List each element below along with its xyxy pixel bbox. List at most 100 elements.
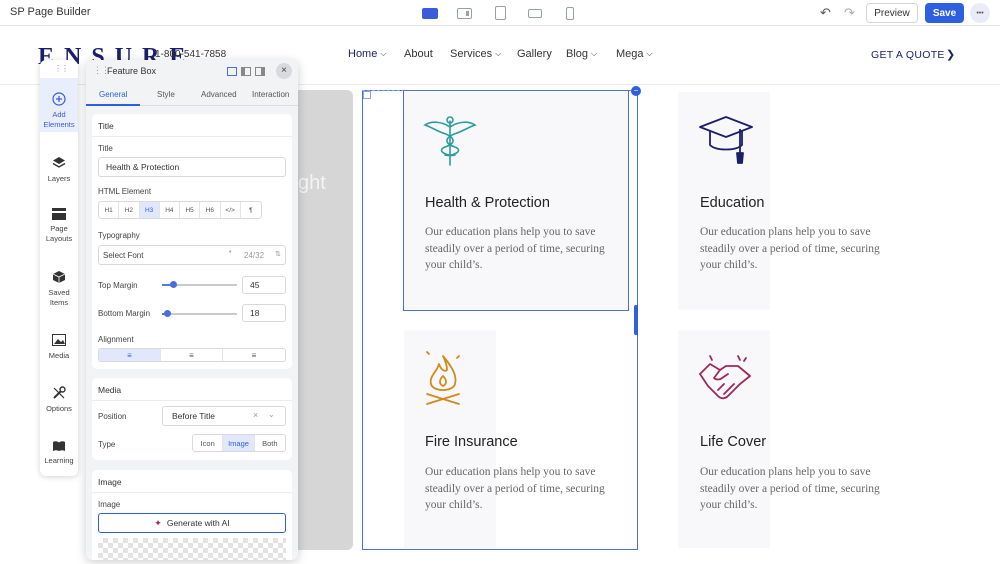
remove-icon[interactable]: − bbox=[631, 86, 641, 96]
type-option-image[interactable]: Image bbox=[223, 435, 255, 451]
type-option-icon[interactable]: Icon bbox=[193, 435, 224, 451]
get-a-quote-link[interactable]: GET A QUOTE bbox=[871, 49, 945, 61]
section-header: Media bbox=[98, 385, 122, 395]
column-handle-icon[interactable] bbox=[363, 91, 371, 99]
dock-left-icon[interactable] bbox=[241, 67, 251, 76]
section-header: Image bbox=[98, 477, 122, 487]
graduation-cap-icon bbox=[699, 116, 753, 164]
nav-about[interactable]: About bbox=[404, 48, 433, 60]
site-phone: 1-800-541-7858 bbox=[155, 49, 227, 60]
media-type-selector: Icon Image Both bbox=[192, 434, 286, 452]
tab-interaction[interactable]: Interaction bbox=[252, 90, 289, 99]
tab-style[interactable]: Style bbox=[157, 90, 175, 99]
resize-handle[interactable] bbox=[634, 305, 638, 335]
html-option-h4[interactable]: H4 bbox=[160, 202, 180, 218]
card-title: Health & Protection bbox=[425, 195, 550, 211]
panel-title: Feature Box bbox=[107, 66, 157, 76]
font-size-value: 24/32 bbox=[244, 251, 265, 260]
desktop-view-icon[interactable] bbox=[421, 5, 439, 21]
divider bbox=[92, 492, 292, 493]
clear-icon[interactable]: × bbox=[253, 410, 258, 420]
image-section: Image Image ✦ Generate with AI bbox=[92, 470, 292, 560]
html-option-h2[interactable]: H2 bbox=[119, 202, 140, 218]
html-option-h1[interactable]: H1 bbox=[99, 202, 120, 218]
html-element-selector: H1 H2 H3 H4 H5 H6 </> ¶ bbox=[98, 201, 262, 219]
app-title: SP Page Builder bbox=[10, 6, 91, 18]
html-option-h6[interactable]: H6 bbox=[200, 202, 221, 218]
chevron-down-icon: ⌵ bbox=[591, 49, 598, 58]
top-margin-label: Top Margin bbox=[98, 281, 138, 290]
card-title: Fire Insurance bbox=[425, 434, 518, 450]
html-option-paragraph[interactable]: ¶ bbox=[241, 202, 261, 218]
tab-advanced[interactable]: Advanced bbox=[201, 90, 237, 99]
sidebar-item-saved-items[interactable]: Saved Items bbox=[40, 270, 78, 308]
nav-home[interactable]: Home ⌵ bbox=[348, 48, 386, 60]
nav-services[interactable]: Services ⌵ bbox=[450, 48, 501, 60]
redo-icon[interactable]: ↷ bbox=[844, 5, 855, 21]
html-option-h3[interactable]: H3 bbox=[139, 202, 160, 218]
top-margin-input[interactable]: 45 bbox=[242, 276, 286, 294]
media-section: Media Position Before Title × ⌄ Type Ico… bbox=[92, 378, 292, 460]
alignment-selector: ≡ ≡ ≡ bbox=[98, 348, 286, 362]
type-option-both[interactable]: Both bbox=[255, 435, 285, 451]
html-element-label: HTML Element bbox=[98, 187, 152, 196]
magic-wand-icon: ✦ bbox=[154, 517, 162, 528]
nav-mega[interactable]: Mega ⌵ bbox=[616, 48, 653, 60]
builder-sidebar: ⋮⋮ Add Elements Layers Page Layouts Save… bbox=[40, 60, 78, 476]
nav-gallery[interactable]: Gallery bbox=[517, 48, 552, 60]
divider bbox=[92, 400, 292, 401]
sidebar-item-options[interactable]: Options bbox=[40, 386, 78, 414]
font-select[interactable]: Select Font • 24/32 ⇅ bbox=[98, 245, 286, 265]
sidebar-item-add-elements[interactable]: Add Elements bbox=[40, 92, 78, 130]
undo-icon[interactable]: ↶ bbox=[820, 5, 831, 21]
preview-button[interactable]: Preview bbox=[866, 3, 918, 23]
type-label: Type bbox=[98, 440, 116, 449]
sidebar-item-media[interactable]: Media bbox=[40, 334, 78, 361]
align-center-icon[interactable]: ≡ bbox=[161, 349, 223, 361]
align-right-icon[interactable]: ≡ bbox=[223, 349, 285, 361]
caduceus-icon bbox=[423, 116, 477, 166]
align-left-icon[interactable]: ≡ bbox=[99, 349, 161, 361]
sliders-icon[interactable]: ⇅ bbox=[275, 250, 281, 258]
dot-icon: • bbox=[229, 249, 232, 256]
section-header: Title bbox=[98, 121, 114, 131]
chevron-right-icon: ❯ bbox=[946, 49, 956, 61]
mobile-view-icon[interactable] bbox=[561, 5, 579, 21]
tablet-view-icon[interactable] bbox=[491, 5, 509, 21]
plus-circle-icon bbox=[52, 92, 66, 106]
title-input[interactable]: Health & Protection bbox=[98, 157, 286, 177]
save-button[interactable]: Save bbox=[925, 3, 964, 23]
dock-right-icon[interactable] bbox=[255, 67, 265, 76]
divider bbox=[92, 136, 292, 137]
laptop-view-icon[interactable] bbox=[455, 5, 473, 21]
nav-blog[interactable]: Blog ⌵ bbox=[566, 48, 597, 60]
html-option-code[interactable]: </> bbox=[221, 202, 241, 218]
layout-icon bbox=[52, 208, 66, 220]
hero-image-block[interactable] bbox=[295, 90, 353, 550]
generate-with-ai-button[interactable]: ✦ Generate with AI bbox=[98, 513, 286, 533]
title-label: Title bbox=[98, 144, 113, 153]
chevron-down-icon: ⌵ bbox=[646, 49, 653, 58]
position-select[interactable]: Before Title × ⌄ bbox=[162, 406, 286, 426]
more-options-button[interactable]: ••• bbox=[970, 3, 990, 23]
sidebar-item-learning[interactable]: Learning bbox=[40, 440, 78, 466]
sidebar-item-page-layouts[interactable]: Page Layouts bbox=[40, 208, 78, 244]
tablet-landscape-view-icon[interactable] bbox=[526, 5, 544, 21]
image-placeholder[interactable] bbox=[98, 538, 286, 560]
book-icon bbox=[53, 441, 65, 451]
html-option-h5[interactable]: H5 bbox=[180, 202, 201, 218]
slider-knob[interactable] bbox=[164, 310, 171, 317]
drag-handle-icon[interactable]: ⋮⋮ bbox=[54, 64, 69, 73]
bottom-margin-slider[interactable] bbox=[162, 310, 237, 317]
card-description: Our education plans help you to save ste… bbox=[700, 466, 880, 511]
panel-tabs: General Style Advanced Interaction bbox=[86, 84, 298, 106]
close-icon[interactable]: × bbox=[276, 63, 292, 79]
bottom-margin-input[interactable]: 18 bbox=[242, 304, 286, 322]
dock-icon[interactable] bbox=[227, 67, 237, 76]
alignment-label: Alignment bbox=[98, 335, 134, 344]
sidebar-item-layers[interactable]: Layers bbox=[40, 156, 78, 184]
tab-general[interactable]: General bbox=[99, 90, 127, 99]
top-margin-slider[interactable] bbox=[162, 281, 237, 288]
slider-knob[interactable] bbox=[170, 281, 177, 288]
handshake-icon bbox=[699, 355, 751, 400]
